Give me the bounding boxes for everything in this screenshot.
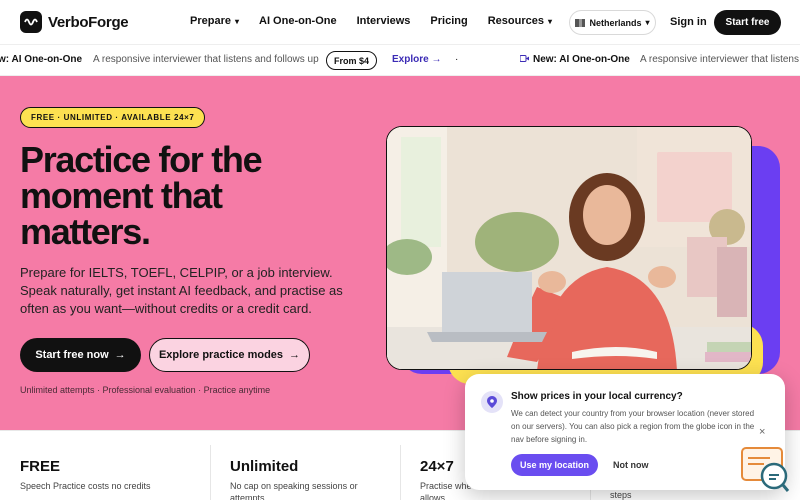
hero-badge: FREE · UNLIMITED · AVAILABLE 24×7 (20, 107, 206, 128)
arrow-right-icon: → (431, 54, 442, 65)
popup-body: We can detect your country from your bro… (511, 409, 755, 444)
use-location-button[interactable]: Use my location (511, 454, 598, 476)
start-free-button[interactable]: Start free (714, 10, 781, 35)
chevron-down-icon: ▾ (234, 16, 239, 26)
price-pill[interactable]: From $4 (326, 51, 378, 70)
announcement-ticker: w: AI One-on-One A responsive interviewe… (0, 44, 800, 76)
chevron-down-icon: ▾ (547, 16, 552, 26)
location-pin-icon (481, 391, 503, 413)
stat-title: Unlimited (230, 458, 299, 475)
help-chat-icon[interactable] (740, 446, 790, 496)
ticker-bullet: · (455, 54, 459, 65)
stat-desc: Speech Practice costs no credits (20, 481, 151, 491)
not-now-button[interactable]: Not now (613, 460, 649, 470)
nav-pricing[interactable]: Pricing (430, 15, 467, 27)
start-free-now-button[interactable]: Start free now → (20, 338, 141, 372)
nav-resources[interactable]: Resources ▾ (488, 15, 552, 27)
ticker-text-2: A responsive interviewer that listens a (640, 54, 800, 65)
flag-icon (575, 18, 586, 27)
explore-label: Explore (392, 54, 429, 65)
explore-link[interactable]: Explore → (392, 54, 441, 65)
woman-laptop-illustration (387, 127, 751, 369)
nav-links: Prepare ▾ AI One-on-One Interviews Prici… (190, 15, 552, 27)
nav-interviews-label: Interviews (356, 15, 411, 27)
locale-selector[interactable]: Netherlands ▾ (569, 10, 656, 35)
stat-unlimited: Unlimited No cap on speaking sessions or… (210, 431, 400, 500)
stat-free: FREE Speech Practice costs no credits (0, 431, 210, 500)
arrow-right-icon: → (114, 349, 126, 361)
popup-title: Show prices in your local currency? (511, 391, 683, 402)
explore-modes-button[interactable]: Explore practice modes → (149, 338, 310, 372)
ticker-text: A responsive interviewer that listens an… (93, 54, 319, 65)
waveform-icon (20, 11, 42, 33)
close-icon[interactable]: × (759, 426, 765, 438)
stat-desc: No cap on speaking sessions or attempts (230, 481, 358, 500)
signin-link[interactable]: Sign in (670, 16, 707, 28)
arrow-right-icon: → (289, 349, 301, 361)
brand-logo[interactable]: VerboForge (20, 11, 129, 33)
nav-prepare-label: Prepare (190, 15, 231, 27)
nav-resources-label: Resources (487, 15, 544, 27)
hero-fineprint: Unlimited attempts · Professional evalua… (20, 385, 271, 395)
currency-popup: Show prices in your local currency? We c… (465, 374, 785, 490)
stat-title: 24×7 (420, 458, 454, 475)
chevron-down-icon: ▾ (645, 18, 650, 27)
start-free-now-label: Start free now (35, 349, 109, 361)
hero-subcopy: Prepare for IELTS, TOEFL, CELPIP, or a j… (20, 265, 343, 316)
nav-pricing-label: Pricing (430, 15, 468, 27)
hero-photo (386, 126, 752, 370)
brand-name: VerboForge (48, 13, 129, 31)
explore-modes-label: Explore practice modes (158, 349, 284, 361)
ticker-title: w: AI One-on-One (0, 54, 83, 65)
nav-prepare[interactable]: Prepare ▾ (190, 15, 239, 27)
top-nav: VerboForge Prepare ▾ AI One-on-One Inter… (0, 0, 800, 44)
ticker-title-2: New: AI One-on-One (533, 54, 630, 65)
nav-ai-label: AI One-on-One (259, 15, 337, 27)
hero-headline: Practice for the moment that matters. (20, 139, 263, 252)
nav-interviews[interactable]: Interviews (357, 15, 411, 27)
stat-title: FREE (20, 458, 61, 475)
video-icon (519, 54, 529, 65)
locale-label: Netherlands (589, 17, 642, 28)
nav-ai-one-on-one[interactable]: AI One-on-One (259, 15, 337, 27)
